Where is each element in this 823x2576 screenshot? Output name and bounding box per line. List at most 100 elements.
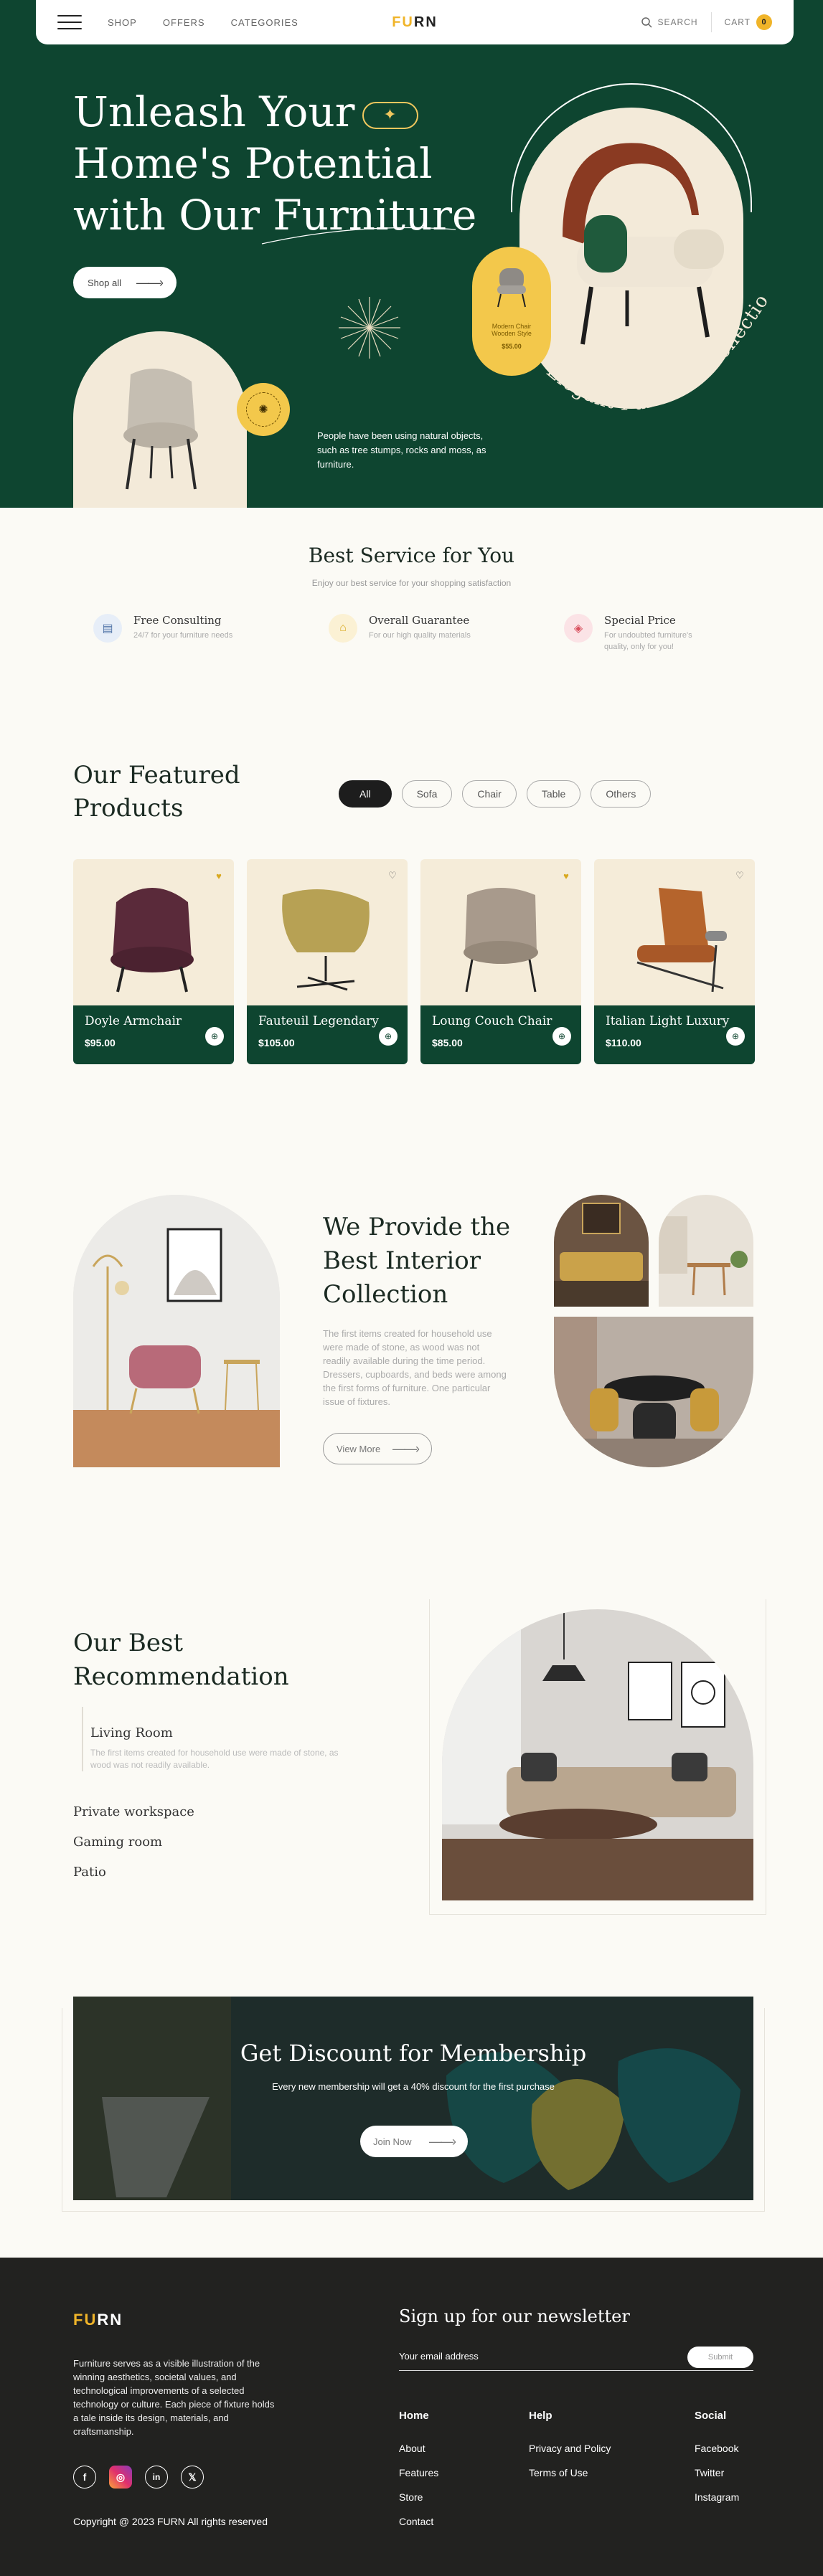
filter-chair[interactable]: Chair bbox=[462, 780, 517, 808]
recommend-living-room[interactable]: Living Room bbox=[90, 1725, 173, 1741]
product-name: Doyle Armchair bbox=[85, 1014, 182, 1028]
hero-description: People have been using natural objects, … bbox=[317, 430, 486, 470]
svg-text:Elegant Furniture Collections: Elegant Furniture Collections bbox=[531, 287, 773, 415]
view-more-button[interactable]: View More ——› bbox=[323, 1433, 432, 1464]
cart-icon[interactable]: ⊕ bbox=[552, 1027, 571, 1046]
arrow-right-icon: ——› bbox=[429, 2134, 456, 2149]
recommend-title-line2: Recommendation bbox=[73, 1662, 289, 1691]
recommend-private-workspace[interactable]: Private workspace bbox=[73, 1804, 194, 1819]
shop-all-button[interactable]: Shop all ——› bbox=[73, 267, 177, 298]
product-image: ♥ bbox=[420, 859, 581, 1005]
cart-icon[interactable]: ⊕ bbox=[379, 1027, 398, 1046]
interior-room-image bbox=[73, 1195, 280, 1467]
product-price: $105.00 bbox=[258, 1037, 295, 1048]
filter-table[interactable]: Table bbox=[526, 780, 581, 808]
footer-social-heading: Social bbox=[695, 2410, 727, 2422]
nav-divider bbox=[710, 12, 712, 32]
mini-chair-image bbox=[497, 268, 526, 308]
dining-room-image bbox=[554, 1317, 753, 1467]
heart-outline-icon[interactable]: ♡ bbox=[386, 869, 399, 882]
linkedin-icon[interactable]: in bbox=[145, 2466, 168, 2489]
product-image: ♡ bbox=[594, 859, 755, 1005]
footer-link-about[interactable]: About bbox=[399, 2443, 425, 2454]
footer-link-features[interactable]: Features bbox=[399, 2467, 438, 2478]
heart-icon[interactable]: ♥ bbox=[212, 869, 225, 882]
heart-outline-icon[interactable]: ♡ bbox=[733, 869, 746, 882]
filter-all[interactable]: All bbox=[339, 780, 392, 808]
discount-banner: Get Discount for Membership Every new me… bbox=[73, 1997, 753, 2200]
pill-product-price: $55.00 bbox=[502, 343, 522, 350]
nav-offers[interactable]: OFFERS bbox=[163, 17, 205, 28]
x-twitter-icon[interactable]: 𝕏 bbox=[181, 2466, 204, 2489]
interior-description: The first items created for household us… bbox=[323, 1328, 507, 1407]
heart-icon[interactable]: ♥ bbox=[560, 869, 573, 882]
logo[interactable]: FURN bbox=[392, 14, 438, 31]
product-price: $110.00 bbox=[606, 1037, 641, 1048]
newsletter-email-input[interactable]: Your email address Submit bbox=[399, 2347, 753, 2371]
email-placeholder: Your email address bbox=[399, 2351, 479, 2362]
featured-title: Our Featured Products bbox=[73, 759, 240, 825]
footer-link-store[interactable]: Store bbox=[399, 2491, 423, 2503]
newsletter-submit-button[interactable]: Submit bbox=[687, 2347, 753, 2368]
product-card[interactable]: ♥ Loung Couch Chair $85.00 ⊕ bbox=[420, 859, 581, 1064]
instagram-icon[interactable]: ◎ bbox=[109, 2466, 132, 2489]
filter-others[interactable]: Others bbox=[591, 780, 652, 808]
newsletter-title: Sign up for our newsletter bbox=[399, 2306, 630, 2326]
footer-help-heading: Help bbox=[529, 2410, 552, 2422]
footer-link-instagram[interactable]: Instagram bbox=[695, 2491, 739, 2503]
menu-icon[interactable] bbox=[57, 15, 82, 29]
product-card[interactable]: ♥ Doyle Armchair $95.00 ⊕ bbox=[73, 859, 234, 1064]
discount-title: Get Discount for Membership bbox=[240, 2040, 587, 2067]
recommend-gaming-room[interactable]: Gaming room bbox=[73, 1834, 162, 1850]
hero-small-chair-image bbox=[73, 331, 247, 508]
footer-link-terms[interactable]: Terms of Use bbox=[529, 2467, 588, 2478]
product-info: Italian Light Luxury $110.00 ⊕ bbox=[594, 1005, 755, 1064]
hero-title-line1: Unleash Your bbox=[73, 87, 355, 136]
copyright: Copyright @ 2023 FURN All rights reserve… bbox=[73, 2516, 268, 2527]
footer-home-heading: Home bbox=[399, 2410, 429, 2422]
arrow-right-icon: ——› bbox=[392, 1441, 420, 1456]
logo-text: RN bbox=[413, 14, 438, 30]
product-name: Italian Light Luxury bbox=[606, 1014, 730, 1028]
service-name: Special Price bbox=[604, 614, 676, 627]
footer-link-contact[interactable]: Contact bbox=[399, 2516, 433, 2527]
nav-shop[interactable]: SHOP bbox=[108, 17, 137, 28]
star-icon: ✦ bbox=[362, 101, 418, 129]
product-card[interactable]: ♡ Fauteuil Legendary $105.00 ⊕ bbox=[247, 859, 408, 1064]
facebook-icon[interactable]: f bbox=[73, 2466, 96, 2489]
consulting-icon: ▤ bbox=[93, 614, 122, 643]
footer-link-twitter[interactable]: Twitter bbox=[695, 2467, 724, 2478]
featured-title-line1: Our Featured bbox=[73, 761, 240, 790]
product-name: Fauteuil Legendary bbox=[258, 1014, 379, 1028]
curved-collection-text: Elegant Furniture Collections bbox=[531, 287, 773, 415]
join-now-button[interactable]: Join Now ——› bbox=[360, 2126, 468, 2157]
cart-button[interactable]: CART bbox=[725, 17, 751, 27]
service-free-consulting: ▤ Free Consulting 24/7 for your furniture… bbox=[93, 614, 241, 643]
footer-logo[interactable]: FURN bbox=[73, 2311, 123, 2329]
cart-icon[interactable]: ⊕ bbox=[726, 1027, 745, 1046]
footer: FURN Furniture serves as a visible illus… bbox=[0, 2258, 823, 2576]
guarantee-icon: ⌂ bbox=[329, 614, 357, 643]
recommend-active-indicator bbox=[82, 1707, 83, 1771]
hero-section: SHOP OFFERS CATEGORIES FURN SEARCH CART … bbox=[0, 0, 823, 508]
footer-link-privacy[interactable]: Privacy and Policy bbox=[529, 2443, 611, 2454]
nav-categories[interactable]: CATEGORIES bbox=[231, 17, 298, 28]
logo-accent: FU bbox=[73, 2311, 98, 2329]
product-card[interactable]: ♡ Italian Light Luxury $110.00 ⊕ bbox=[594, 859, 755, 1064]
product-info: Doyle Armchair $95.00 ⊕ bbox=[73, 1005, 234, 1064]
logo-accent: FU bbox=[392, 14, 414, 30]
nav-right: SEARCH CART 0 bbox=[641, 12, 772, 32]
recommend-patio[interactable]: Patio bbox=[73, 1865, 106, 1880]
footer-link-facebook[interactable]: Facebook bbox=[695, 2443, 738, 2454]
cart-icon[interactable]: ⊕ bbox=[205, 1027, 224, 1046]
footer-description: Furniture serves as a visible illustrati… bbox=[73, 2358, 275, 2437]
search-button[interactable]: SEARCH bbox=[658, 17, 698, 27]
service-desc: For our high quality materials bbox=[369, 631, 471, 640]
interior-title-line1: We Provide the bbox=[323, 1213, 511, 1241]
filter-sofa[interactable]: Sofa bbox=[401, 780, 453, 808]
featured-title-line2: Products bbox=[73, 794, 184, 823]
cart-count-badge: 0 bbox=[756, 14, 772, 30]
search-icon[interactable] bbox=[641, 16, 652, 28]
dining-nook-thumbnail bbox=[659, 1195, 753, 1307]
product-image: ♡ bbox=[247, 859, 408, 1005]
